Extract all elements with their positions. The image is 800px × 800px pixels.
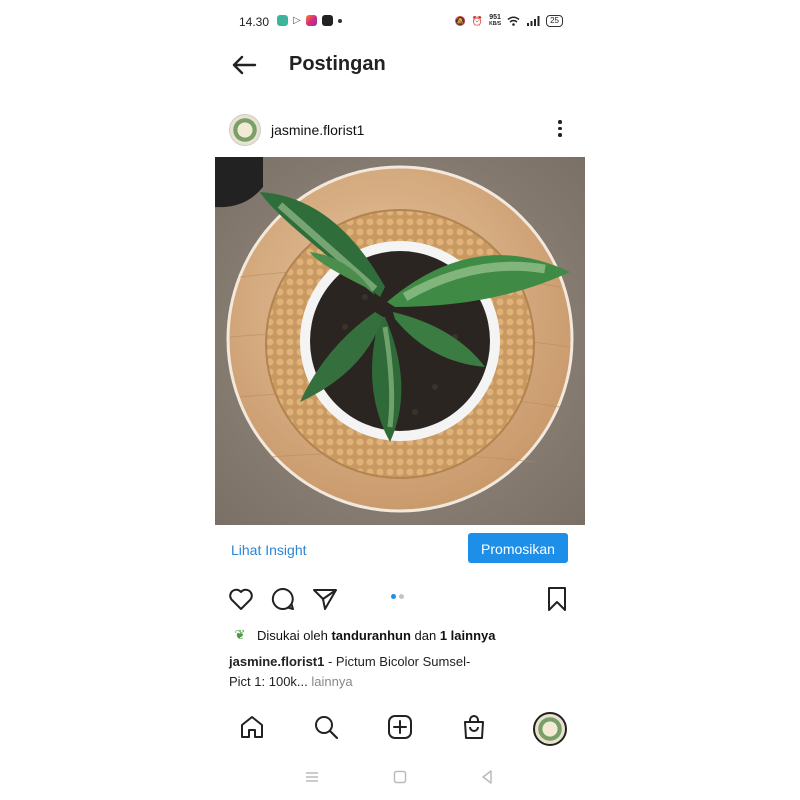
system-status-icons: 🔕 ⏰ 951 KB/S 25 [455,14,563,28]
search-icon[interactable] [313,714,339,740]
app-notification-icon [277,15,288,26]
more-notifications-icon [337,18,342,23]
home-square-icon[interactable] [391,768,409,786]
status-time: 14.30 [239,15,270,29]
menu-icon[interactable] [303,768,321,786]
post-caption: jasmine.florist1 - Pictum Bicolor Sumsel… [229,652,519,692]
back-triangle-icon[interactable] [478,768,496,786]
bottom-navigation [215,702,585,752]
signal-icon [527,16,540,26]
heart-icon[interactable] [227,585,255,613]
play-store-icon: ▷ [293,15,301,26]
view-insights-link[interactable]: Lihat Insight [231,542,307,558]
comment-icon[interactable] [269,585,297,613]
bookmark-icon[interactable] [543,585,571,613]
network-speed: 951 KB/S [489,14,502,27]
wifi-icon [507,16,520,26]
likes-text: Disukai oleh tanduranhun dan 1 lainnya [257,627,496,643]
page-title: Postingan [289,53,386,75]
caption-line-2: Pict 1: 100k... [229,674,308,689]
more-options-icon[interactable] [551,120,569,140]
notification-icons: ▷ [277,15,342,26]
carousel-indicator [391,594,404,599]
liker-avatar: ❦ [231,626,249,644]
send-icon[interactable] [311,585,339,613]
bell-mute-icon: 🔕 [454,15,466,26]
plant-photo [215,157,585,525]
post-username[interactable]: jasmine.florist1 [271,122,364,138]
post-header: jasmine.florist1 [215,112,585,148]
alarm-icon: ⏰ [471,15,484,26]
caption-text: - Pictum Bicolor Sumsel- [324,654,471,669]
post-actions [215,585,585,617]
shopping-bag-icon[interactable] [461,714,487,740]
likes-summary[interactable]: ❦ Disukai oleh tanduranhun dan 1 lainnya [231,626,495,644]
arrow-left-icon[interactable] [229,50,259,80]
battery-icon: 25 [546,15,563,27]
top-bar: Postingan [215,44,585,84]
phone-screen: 14.30 ▷ 🔕 ⏰ 951 KB/S 25 Postingan jasmin… [215,0,585,800]
gallery-notification-icon [321,15,333,26]
carousel-dot-2 [399,594,404,599]
avatar[interactable] [229,114,261,146]
caption-more-link[interactable]: lainnya [311,674,352,689]
caption-username[interactable]: jasmine.florist1 [229,654,324,669]
post-image[interactable] [215,157,585,525]
status-bar: 14.30 ▷ 🔕 ⏰ 951 KB/S 25 [215,10,585,34]
system-navigation [215,762,585,792]
home-icon[interactable] [239,714,265,740]
instagram-notification-icon [305,15,317,26]
promote-button[interactable]: Promosikan [468,533,568,563]
profile-avatar[interactable] [533,712,567,746]
plus-square-icon[interactable] [387,714,413,740]
carousel-dot-1 [391,594,396,599]
insight-row: Lihat Insight Promosikan [215,532,585,564]
